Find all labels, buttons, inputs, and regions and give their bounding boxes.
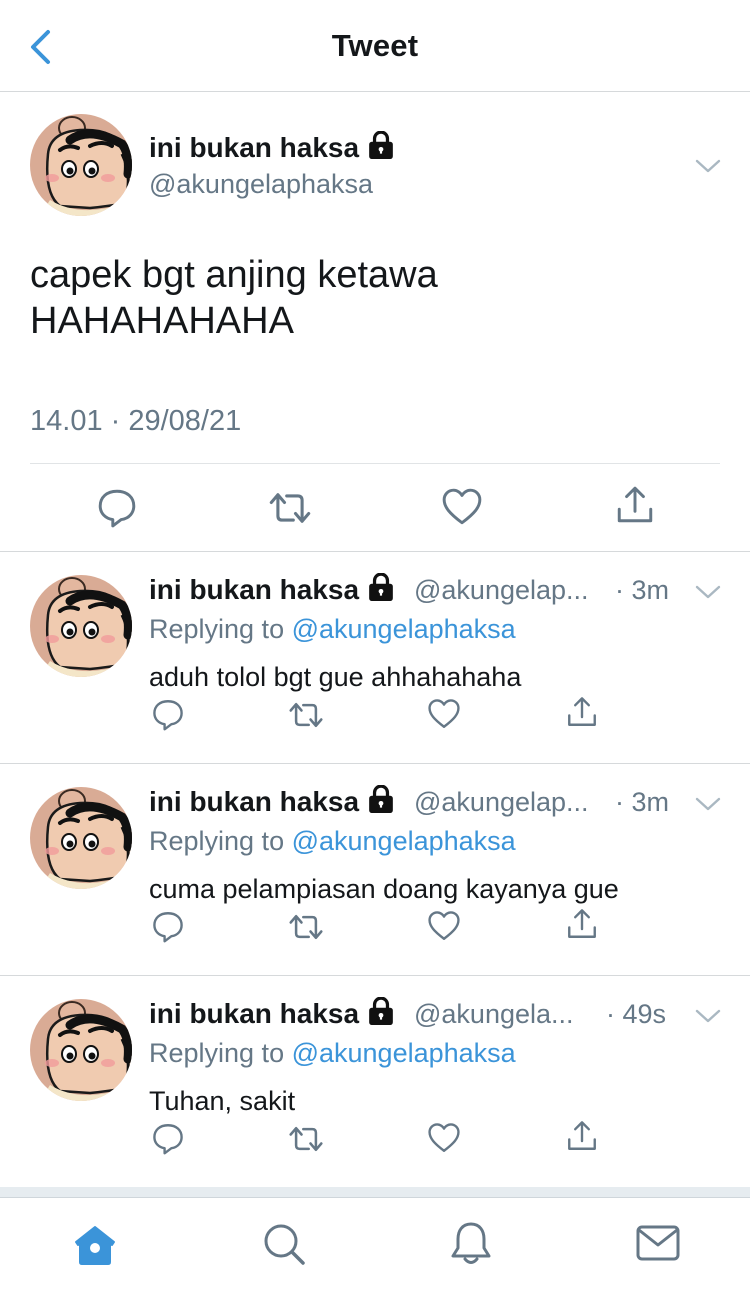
author-name-text: ini bukan haksa [149,574,360,605]
author-handle[interactable]: @akungela... [414,999,574,1030]
page-title: Tweet [331,28,419,63]
avatar[interactable] [30,114,132,216]
reply-icon[interactable] [96,486,138,528]
tweet-actions [0,482,750,534]
lock-icon [367,573,395,601]
avatar-image [30,999,132,1101]
reply-icon[interactable] [151,1121,185,1155]
search-icon[interactable] [262,1222,306,1266]
share-icon[interactable] [565,695,599,729]
author-name[interactable]: ini bukan haksa [149,573,395,606]
mail-icon[interactable] [636,1225,680,1261]
author-name[interactable]: ini bukan haksa [149,131,395,164]
replying-to: Replying to @akungelaphaksa [149,826,516,857]
replying-to: Replying to @akungelaphaksa [149,614,516,645]
like-icon[interactable] [441,486,483,528]
replying-to-prefix: Replying to [149,614,292,644]
replying-to-link[interactable]: @akungelaphaksa [292,614,516,644]
reply-time: · 3m [615,787,669,817]
reply-actions [0,1121,750,1161]
chevron-down-icon[interactable] [695,584,721,600]
tweet-timestamp: 14.01 · 29/08/21 [30,405,242,437]
reply-text: aduh tolol bgt gue ahhahahaha [149,662,522,692]
retweet-icon[interactable] [288,697,324,733]
tweet-text-line: HAHAHAHAHA [30,300,294,342]
reply-text: Tuhan, sakit [149,1086,296,1116]
tab-bar-inner [0,1197,750,1297]
avatar[interactable] [30,999,132,1101]
like-icon[interactable] [427,1121,461,1155]
lock-icon [367,131,395,159]
author-name-text: ini bukan haksa [149,132,360,163]
tab-bar [0,1187,750,1297]
tweet-text: capek bgt anjing ketawa HAHAHAHAHA [30,252,720,344]
replying-to-link[interactable]: @akungelaphaksa [292,826,516,856]
retweet-icon[interactable] [288,1121,324,1157]
chevron-down-icon[interactable] [695,158,721,174]
bell-icon[interactable] [449,1220,493,1268]
tweet-text-line: capek bgt anjing ketawa [30,254,438,296]
home-icon[interactable] [72,1224,118,1266]
avatar[interactable] [30,787,132,889]
author-name[interactable]: ini bukan haksa [149,997,395,1030]
replying-to: Replying to @akungelaphaksa [149,1038,516,1069]
reply-tweet[interactable]: ini bukan haksa @akungelap... · 3m Reply… [0,764,750,976]
reply-actions [0,909,750,949]
share-icon[interactable] [614,484,656,526]
divider [30,463,720,464]
top-bar: Tweet [0,0,750,92]
reply-text: cuma pelampiasan doang kayanya gue [149,874,619,904]
like-icon[interactable] [427,909,461,943]
lock-icon [367,785,395,813]
avatar-image [30,114,132,216]
author-name-text: ini bukan haksa [149,786,360,817]
avatar-image [30,787,132,889]
avatar[interactable] [30,575,132,677]
lock-icon [367,997,395,1025]
reply-time: · 49s [606,999,667,1029]
author-name[interactable]: ini bukan haksa [149,785,395,818]
author-handle[interactable]: @akungelap... [414,575,589,606]
chevron-down-icon[interactable] [695,1008,721,1024]
author-name-text: ini bukan haksa [149,998,360,1029]
reply-actions [0,697,750,737]
replying-to-link[interactable]: @akungelaphaksa [292,1038,516,1068]
reply-time: · 3m [615,575,669,605]
retweet-icon[interactable] [268,486,312,530]
reply-icon[interactable] [151,909,185,943]
like-icon[interactable] [427,697,461,731]
author-handle[interactable]: @akungelaphaksa [149,169,373,200]
share-icon[interactable] [565,907,599,941]
share-icon[interactable] [565,1119,599,1153]
author-handle[interactable]: @akungelap... [414,787,589,818]
reply-tweet[interactable]: ini bukan haksa @akungela... · 49s Reply… [0,976,750,1188]
reply-tweet[interactable]: ini bukan haksa @akungelap... · 3m Reply… [0,552,750,764]
retweet-icon[interactable] [288,909,324,945]
avatar-image [30,575,132,677]
chevron-down-icon[interactable] [695,796,721,812]
reply-icon[interactable] [151,697,185,731]
replying-to-prefix: Replying to [149,826,292,856]
replying-to-prefix: Replying to [149,1038,292,1068]
